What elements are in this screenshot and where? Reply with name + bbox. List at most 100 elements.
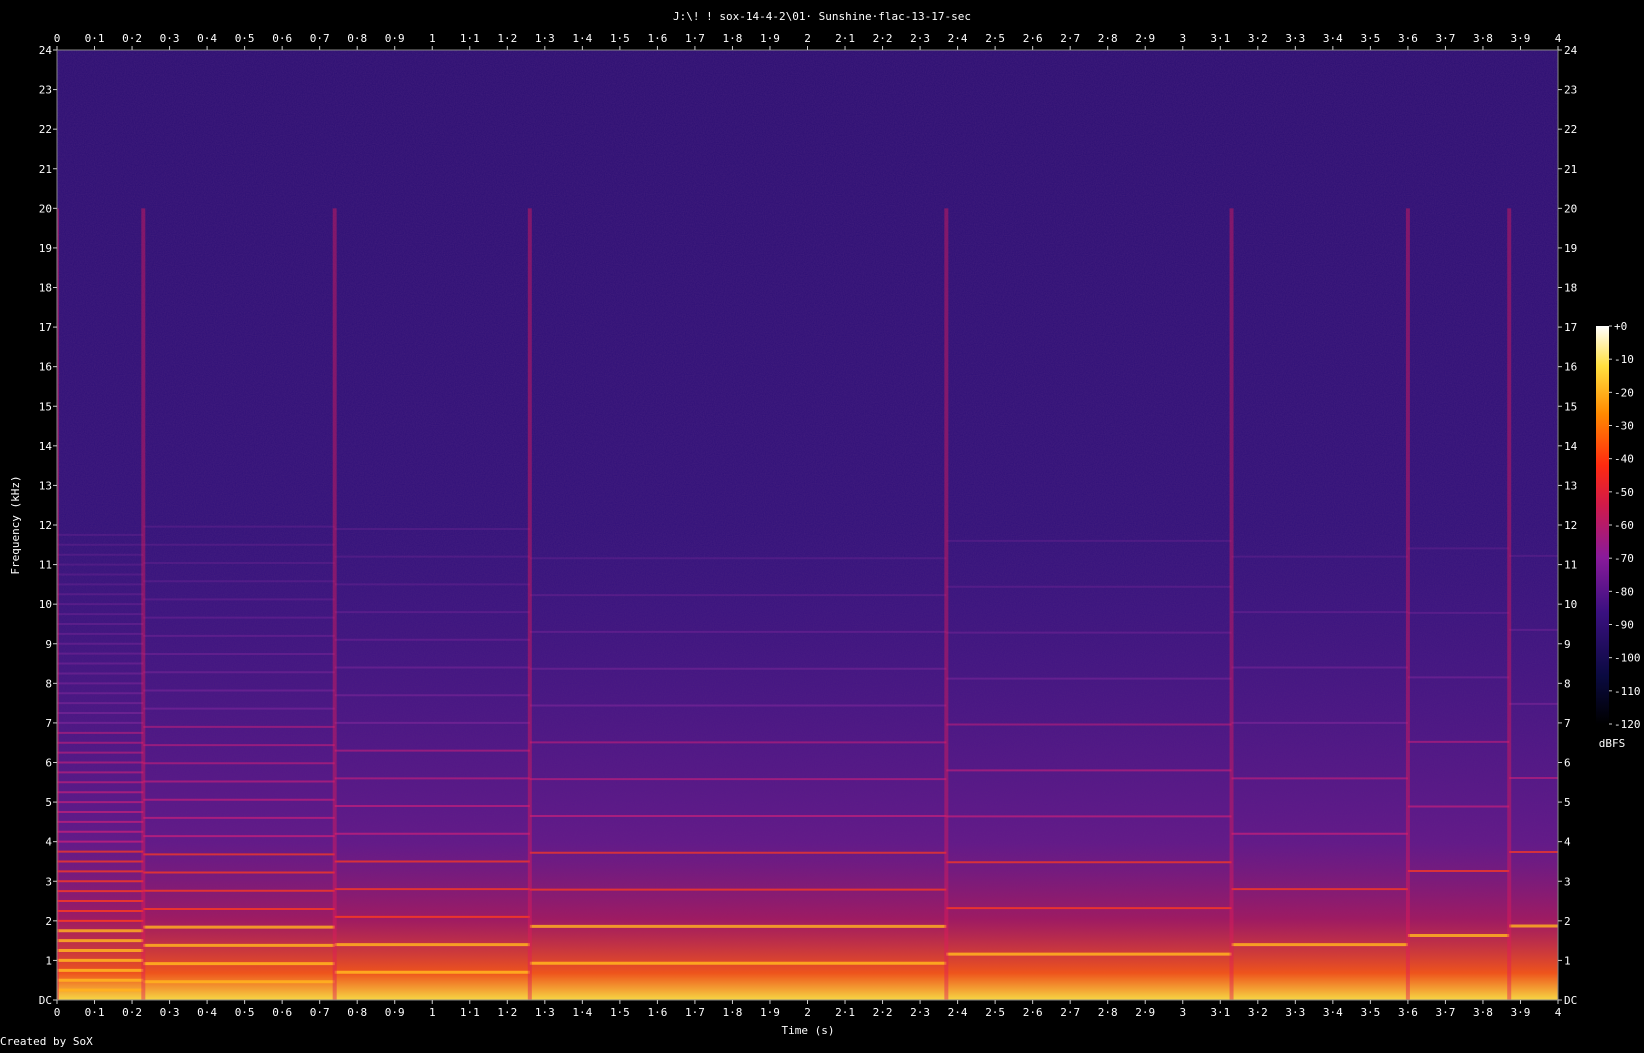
colorbar-tick-label: -90 [1614, 619, 1634, 632]
y-tick-label-right: 5 [1564, 796, 1571, 809]
x-ticks-top: 0 0·1 0·2 0·3 0·4 0·5 0·6 0·7 0·8 0·9 1 1·1 1·2 1·3 1·… [54, 32, 1562, 50]
y-tick-label-right: 2 [1564, 915, 1571, 928]
y-tick-label-right: 12 [1564, 519, 1577, 532]
x-tick-label-top: 0·4 [197, 32, 217, 45]
y-tick-label-left: 19 [39, 242, 52, 255]
y-tick-label-right: 1 [1564, 954, 1571, 967]
y-tick-label-left: 17 [39, 321, 52, 334]
x-tick-label-bottom: 2·6 [1023, 1006, 1043, 1019]
y-tick-label-right: 15 [1564, 400, 1577, 413]
x-ticks-bottom: 0 0·1 0·2 0·3 0·4 0·5 0·6 0·7 0·8 0·9 1 1·1 1·2 1·3 1·… [54, 1000, 1562, 1019]
spectrogram-window: J:\! ! sox-14-4-2\01· Sunshine·flac-13-1… [0, 0, 1644, 1048]
y-ticks-right: DC12345678910111213141516171819202122232… [1558, 44, 1578, 1007]
x-tick-label-bottom: 3·1 [1210, 1006, 1230, 1019]
x-tick-label-top: 1·5 [610, 32, 630, 45]
x-tick-label-top: 2 [804, 32, 811, 45]
x-tick-label-bottom: 1·7 [685, 1006, 705, 1019]
x-tick-label-bottom: 0·7 [310, 1006, 330, 1019]
x-tick-label-bottom: 2·4 [948, 1006, 968, 1019]
x-tick-label-bottom: 0·8 [347, 1006, 367, 1019]
y-tick-label-left: DC [39, 994, 52, 1007]
onset-transient [527, 208, 532, 1000]
colorbar-tick-label: -110 [1614, 685, 1641, 698]
x-tick-label-bottom: 2·8 [1098, 1006, 1118, 1019]
x-tick-label-top: 1·9 [760, 32, 780, 45]
y-tick-label-left: 21 [39, 163, 52, 176]
colorbar [1596, 326, 1609, 724]
x-tick-label-top: 4 [1555, 32, 1562, 45]
chart-title: J:\! ! sox-14-4-2\01· Sunshine·flac-13-1… [673, 10, 971, 23]
colorbar-label: dBFS [1599, 737, 1626, 750]
y-tick-label-left: 15 [39, 400, 52, 413]
x-tick-label-top: 1·2 [497, 32, 517, 45]
x-tick-label-bottom: 1·1 [460, 1006, 480, 1019]
x-tick-label-top: 2·1 [835, 32, 855, 45]
x-tick-label-top: 0·2 [122, 32, 142, 45]
x-tick-label-bottom: 0·2 [122, 1006, 142, 1019]
x-tick-label-bottom: 1·5 [610, 1006, 630, 1019]
x-tick-label-top: 2·9 [1135, 32, 1155, 45]
footer-credit: Created by SoX [0, 1035, 93, 1048]
y-tick-label-left: 14 [39, 440, 53, 453]
y-tick-label-right: 9 [1564, 638, 1571, 651]
y-tick-label-left: 2 [45, 915, 52, 928]
y-tick-label-right: 6 [1564, 757, 1571, 770]
y-tick-label-right: 18 [1564, 282, 1577, 295]
x-tick-label-top: 3·5 [1360, 32, 1380, 45]
colorbar-tick-label: -50 [1614, 486, 1634, 499]
x-tick-label-bottom: 1·3 [535, 1006, 555, 1019]
x-tick-label-top: 0·7 [310, 32, 330, 45]
onset-transient [332, 208, 337, 1000]
x-tick-label-bottom: 3·4 [1323, 1006, 1343, 1019]
x-tick-label-top: 0 [54, 32, 61, 45]
x-tick-label-bottom: 1·9 [760, 1006, 780, 1019]
x-tick-label-top: 2·2 [873, 32, 893, 45]
x-tick-label-top: 1·1 [460, 32, 480, 45]
y-tick-label-right: 4 [1564, 836, 1571, 849]
x-tick-label-bottom: 2·3 [910, 1006, 930, 1019]
spectrogram-chart: J:\! ! sox-14-4-2\01· Sunshine·flac-13-1… [0, 10, 1641, 1048]
onset-transient [1507, 208, 1512, 1000]
x-axis-label: Time (s) [782, 1024, 835, 1037]
y-tick-label-right: 23 [1564, 84, 1577, 97]
x-tick-label-bottom: 3·8 [1473, 1006, 1493, 1019]
x-tick-label-bottom: 2·1 [835, 1006, 855, 1019]
x-tick-label-bottom: 3·6 [1398, 1006, 1418, 1019]
colorbar-tick-label: -60 [1614, 519, 1634, 532]
y-tick-label-left: 5 [45, 796, 52, 809]
y-tick-label-right: 19 [1564, 242, 1577, 255]
x-tick-label-top: 3·7 [1435, 32, 1455, 45]
x-tick-label-bottom: 2·2 [873, 1006, 893, 1019]
x-tick-label-bottom: 0·9 [385, 1006, 405, 1019]
x-tick-label-top: 2·8 [1098, 32, 1118, 45]
y-axis-label: Frequency (kHz) [9, 475, 22, 574]
x-tick-label-bottom: 2·9 [1135, 1006, 1155, 1019]
y-tick-label-right: 7 [1564, 717, 1571, 730]
y-tick-label-left: 22 [39, 123, 52, 136]
onset-transient [1229, 208, 1234, 1000]
x-tick-label-top: 0·6 [272, 32, 292, 45]
x-tick-label-top: 3·1 [1210, 32, 1230, 45]
x-tick-label-top: 1·7 [685, 32, 705, 45]
y-tick-label-right: 24 [1564, 44, 1578, 57]
x-tick-label-bottom: 1·4 [572, 1006, 592, 1019]
x-tick-label-bottom: 2·7 [1060, 1006, 1080, 1019]
x-tick-label-top: 0·5 [235, 32, 255, 45]
x-tick-label-top: 1 [429, 32, 436, 45]
y-tick-label-right: 22 [1564, 123, 1577, 136]
y-tick-label-left: 24 [39, 44, 53, 57]
x-tick-label-bottom: 1 [429, 1006, 436, 1019]
colorbar-tick-label: -30 [1614, 420, 1634, 433]
y-tick-label-right: 21 [1564, 163, 1577, 176]
x-tick-label-bottom: 2·5 [985, 1006, 1005, 1019]
y-tick-label-left: 6 [45, 757, 52, 770]
y-tick-label-left: 3 [45, 875, 52, 888]
x-tick-label-top: 3·2 [1248, 32, 1268, 45]
x-tick-label-top: 1·6 [647, 32, 667, 45]
x-tick-label-top: 2·7 [1060, 32, 1080, 45]
y-tick-label-right: 3 [1564, 875, 1571, 888]
colorbar-tick-label: -100 [1614, 652, 1641, 665]
x-tick-label-bottom: 0·6 [272, 1006, 292, 1019]
x-tick-label-top: 0·8 [347, 32, 367, 45]
y-tick-label-right: 11 [1564, 559, 1577, 572]
